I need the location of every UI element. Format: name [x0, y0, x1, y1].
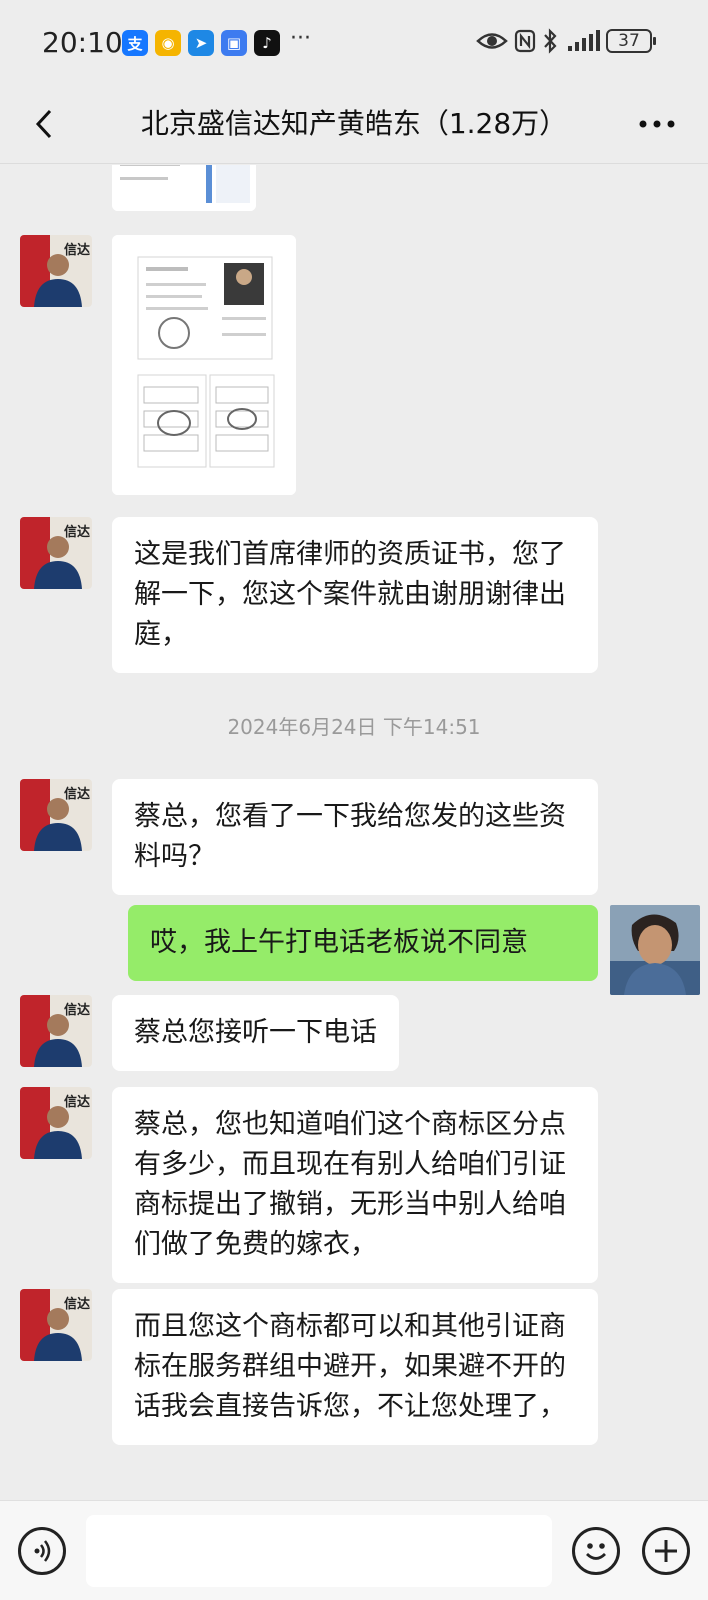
message-input[interactable]	[86, 1515, 552, 1587]
more-functions-button[interactable]	[642, 1527, 690, 1575]
battery-indicator: 37	[606, 29, 656, 53]
avatar-banner-text: 信达	[63, 1003, 90, 1018]
avatar-banner-text: 信达	[63, 243, 90, 258]
avatar-self[interactable]	[610, 905, 700, 995]
emoji-icon	[586, 1543, 606, 1560]
voice-input-button[interactable]	[18, 1527, 66, 1575]
message-bubble-outgoing[interactable]: 哎，我上午打电话老板说不同意	[128, 905, 598, 981]
message-bubble-incoming[interactable]: 蔡总，您看了一下我给您发的这些资料吗？	[112, 779, 598, 895]
message-bubble-incoming[interactable]: 蔡总您接听一下电话	[112, 995, 399, 1071]
voice-icon	[34, 1540, 51, 1562]
app-cloud-icon: ▣	[221, 30, 247, 56]
status-indicators: 37	[476, 28, 656, 54]
chat-header: 北京盛信达知产黄皓东（1.28万）	[0, 88, 708, 164]
app-blue-icon: ➤	[188, 30, 214, 56]
plus-icon	[655, 1540, 677, 1562]
tiktok-icon: ♪	[254, 30, 280, 56]
chat-title: 北京盛信达知产黄皓东（1.28万）	[140, 107, 568, 140]
image-message-partial[interactable]	[112, 165, 256, 211]
avatar-sender[interactable]: 信达	[20, 995, 92, 1067]
eye-icon	[476, 33, 508, 49]
document-thumbnail	[112, 165, 256, 211]
nfc-icon	[514, 29, 536, 53]
avatar-sender[interactable]: 信达	[20, 517, 92, 589]
more-options-button[interactable]	[632, 102, 682, 146]
bluetooth-icon	[544, 28, 557, 54]
status-bar: 20:10 支 ◉ ➤ ▣ ♪ ··· 37	[0, 0, 708, 88]
avatar-sender[interactable]: 信达	[20, 779, 92, 851]
emoji-button[interactable]	[572, 1527, 620, 1575]
message-bubble-incoming[interactable]: 蔡总，您也知道咱们这个商标区分点有多少，而且现在有别人给咱们引证商标提出了撤销，…	[112, 1087, 598, 1283]
more-notifications-icon: ···	[290, 26, 311, 51]
avatar-sender[interactable]: 信达	[20, 235, 92, 307]
message-bubble-incoming[interactable]: 而且您这个商标都可以和其他引证商标在服务群组中避开，如果避不开的话我会直接告诉您…	[112, 1289, 598, 1445]
chat-timestamp: 2024年6月24日 下午14:51	[227, 715, 481, 739]
message-list[interactable]: 信达 信达 这是我们首席律师的资质证书，您了解一下，您这个案件就由谢朋谢律出庭，…	[0, 165, 708, 1500]
alipay-icon: 支	[122, 30, 148, 56]
signal-icon	[568, 30, 600, 51]
avatar-banner-text: 信达	[63, 525, 90, 540]
avatar-sender[interactable]: 信达	[20, 1087, 92, 1159]
avatar-banner-text: 信达	[63, 787, 90, 802]
avatar-banner-text: 信达	[63, 1095, 90, 1110]
certificate-image[interactable]	[112, 235, 296, 495]
weibo-icon: ◉	[155, 30, 181, 56]
status-time: 20:10	[42, 26, 123, 59]
input-toolbar	[0, 1500, 708, 1600]
message-bubble-incoming[interactable]: 这是我们首席律师的资质证书，您了解一下，您这个案件就由谢朋谢律出庭，	[112, 517, 598, 673]
avatar-sender[interactable]: 信达	[20, 1289, 92, 1361]
avatar-banner-text: 信达	[63, 1297, 90, 1312]
more-icon	[639, 120, 675, 128]
